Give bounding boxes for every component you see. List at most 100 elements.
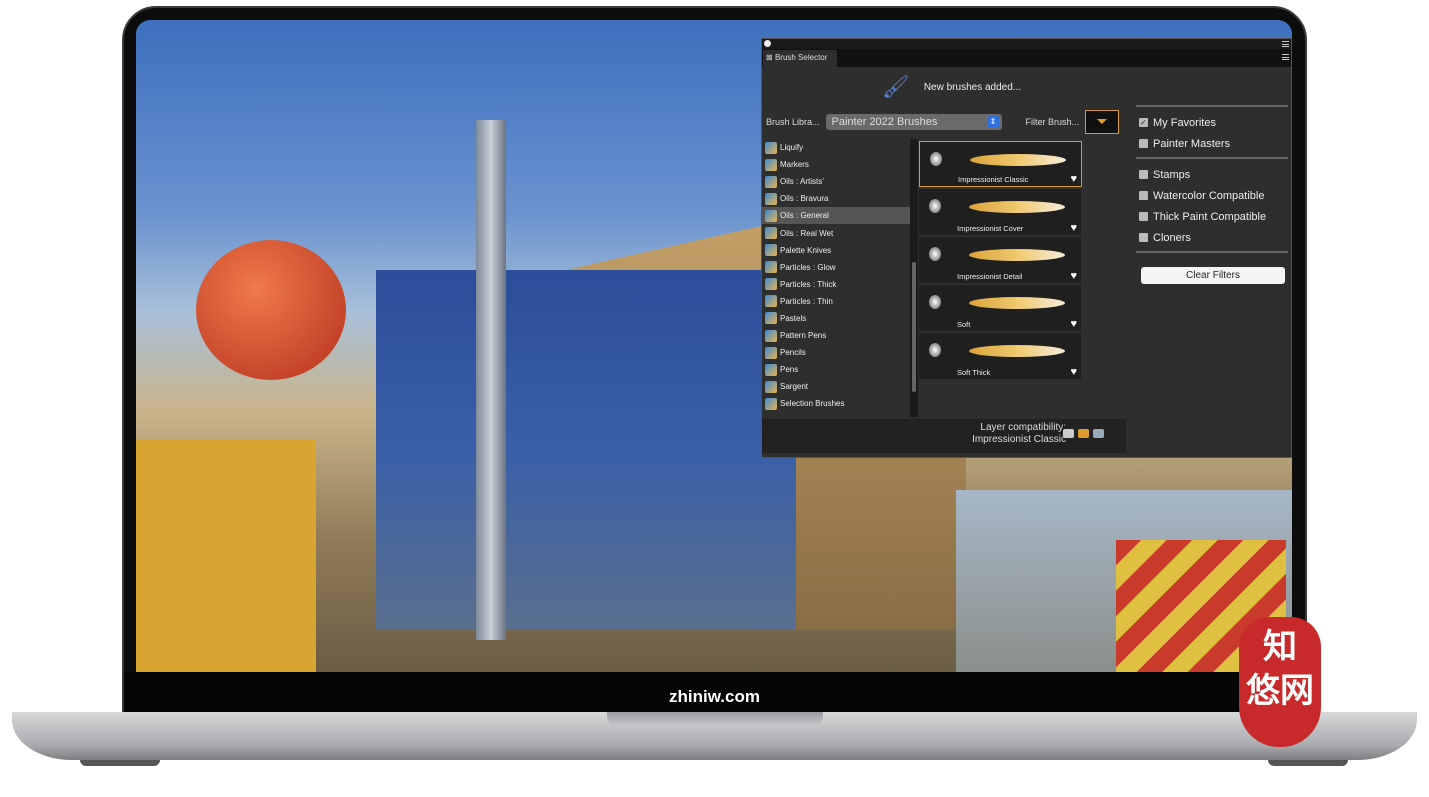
filter-checkbox[interactable]: Stamps — [1136, 164, 1288, 185]
category-item[interactable]: Pastels — [762, 310, 910, 327]
category-item[interactable]: Liquify — [762, 139, 910, 156]
filter-checkbox[interactable]: Painter Masters — [1136, 133, 1288, 154]
footer-text: zhiniw.com — [124, 672, 1305, 712]
close-tab-icon[interactable]: ⊠ — [766, 53, 773, 62]
brush-category-icon — [765, 141, 777, 154]
category-label: Pens — [780, 365, 799, 375]
brush-variant[interactable]: Soft Thick ♥ — [919, 333, 1081, 379]
category-label: Sargent — [780, 382, 809, 392]
category-label: Particles : Glow — [780, 262, 836, 272]
brush-name: Impressionist Classic — [958, 175, 1029, 184]
category-item[interactable]: Particles : Glow — [762, 259, 910, 276]
tab-menu-icon[interactable] — [1282, 54, 1289, 60]
dab-preview — [929, 199, 941, 213]
tab-bar: ⊠ Brush Selector — [762, 49, 1291, 67]
filter-label: Filter Brush... — [1025, 117, 1080, 127]
banner-message: New brushes added... — [923, 81, 1022, 93]
watermark-seal: 知悠网 — [1239, 617, 1321, 747]
brush-category-icon — [765, 295, 777, 308]
category-item[interactable]: Oils : Bravura — [762, 190, 910, 207]
panel-titlebar[interactable] — [762, 39, 1291, 49]
category-item[interactable]: Pencils — [762, 344, 910, 361]
category-item[interactable]: Pens — [762, 361, 910, 378]
toolbar: Brush Libra... Painter 2022 Brushes ⇕ Fil… — [766, 110, 1120, 134]
category-item[interactable]: Oils : General — [762, 207, 910, 225]
category-item[interactable]: Oils : Artists' — [762, 173, 910, 190]
category-item[interactable]: Oils : Real Wet — [762, 224, 910, 241]
category-item[interactable]: Markers — [762, 156, 910, 173]
brush-category-icon — [765, 397, 777, 410]
tab-brush-selector[interactable]: ⊠ Brush Selector — [763, 50, 837, 67]
category-item[interactable]: Particles : Thin — [762, 293, 910, 310]
brush-variant[interactable]: Impressionist Cover ♥ — [919, 189, 1081, 235]
clear-filters-button[interactable]: Clear Filters — [1141, 267, 1285, 284]
filter-checkbox[interactable]: Thick Paint Compatible — [1136, 206, 1288, 227]
filter-button[interactable]: ⏷ — [1085, 110, 1120, 134]
divider — [1136, 251, 1288, 253]
category-item[interactable]: Particles : Thick — [762, 276, 910, 293]
brush-name: Soft — [957, 320, 971, 329]
panel-menu-icon[interactable] — [1282, 41, 1289, 47]
stroke-preview — [969, 297, 1065, 309]
brush-category-icon — [765, 346, 777, 359]
funnel-icon: ⏷ — [1096, 113, 1108, 129]
heart-icon[interactable]: ♥ — [1070, 366, 1077, 378]
category-label: Oils : General — [780, 211, 829, 221]
brush-variant[interactable]: Impressionist Classic ♥ — [919, 141, 1082, 187]
checkbox-icon[interactable] — [1139, 170, 1148, 179]
filter-label: Stamps — [1153, 168, 1191, 181]
checkbox-icon[interactable] — [1139, 212, 1148, 221]
checkbox-icon[interactable] — [1139, 139, 1148, 148]
filter-checkbox[interactable]: Cloners — [1136, 227, 1288, 248]
checkbox-icon[interactable]: ✓ — [1139, 118, 1148, 127]
category-item[interactable]: Sargent — [762, 378, 910, 395]
divider — [1136, 157, 1288, 159]
brush-selector-panel: ⊠ Brush Selector 🖌 New brushes added... … — [761, 38, 1292, 458]
brush-category-icon — [765, 329, 777, 342]
new-brushes-banner[interactable]: 🖌 New brushes added... — [762, 67, 1291, 107]
heart-icon[interactable]: ♥ — [1070, 270, 1077, 282]
close-dot-icon[interactable] — [764, 40, 771, 47]
category-scrollbar[interactable] — [910, 139, 918, 417]
category-label: Pattern Pens — [780, 331, 827, 341]
category-item[interactable]: Selection Brushes — [762, 395, 910, 412]
dab-preview — [929, 343, 941, 357]
stroke-preview — [969, 345, 1065, 357]
category-item[interactable]: Pattern Pens — [762, 327, 910, 344]
category-label: Particles : Thin — [780, 296, 833, 306]
filter-checkbox[interactable]: Watercolor Compatible — [1136, 185, 1288, 206]
category-list: Liquify Markers Oils : Artists' Oils : Brav… — [762, 139, 910, 419]
divider — [1136, 105, 1288, 107]
heart-icon[interactable]: ♥ — [1070, 222, 1077, 234]
checkbox-icon[interactable] — [1139, 191, 1148, 200]
category-label: Oils : Artists' — [780, 177, 824, 187]
filter-checkbox[interactable]: ✓ My Favorites — [1136, 112, 1288, 133]
layer-icon — [1093, 429, 1104, 438]
brush-category-icon — [765, 380, 777, 393]
dab-preview — [929, 295, 941, 309]
filter-label: My Favorites — [1153, 116, 1216, 129]
dab-preview — [929, 247, 941, 261]
brush-library-select[interactable]: Painter 2022 Brushes ⇕ — [825, 114, 1002, 130]
category-label: Markers — [780, 160, 809, 170]
brush-variant-list: Impressionist Classic ♥ Impressionist Cove… — [919, 141, 1125, 381]
brush-variant[interactable]: Impressionist Detail ♥ — [919, 237, 1081, 283]
category-label: Oils : Real Wet — [780, 228, 834, 238]
laptop-notch — [607, 712, 823, 726]
category-label: Liquify — [780, 143, 804, 153]
checkbox-icon[interactable] — [1139, 233, 1148, 242]
category-label: Particles : Thick — [780, 279, 837, 289]
layer-compat-value: Impressionist Classic — [972, 434, 1066, 445]
brush-category-icon — [765, 192, 777, 205]
scrollbar-thumb[interactable] — [912, 262, 916, 392]
category-label: Pencils — [780, 348, 806, 358]
category-item[interactable]: Palette Knives — [762, 242, 910, 259]
heart-icon[interactable]: ♥ — [1070, 173, 1077, 185]
filter-label: Watercolor Compatible — [1153, 189, 1265, 202]
brush-variant[interactable]: Soft ♥ — [919, 285, 1081, 331]
brush-category-icon — [765, 278, 777, 291]
library-value: Painter 2022 Brushes — [831, 116, 938, 128]
filter-label: Painter Masters — [1153, 137, 1231, 150]
heart-icon[interactable]: ♥ — [1070, 318, 1077, 330]
brush-category-icon — [765, 261, 777, 274]
